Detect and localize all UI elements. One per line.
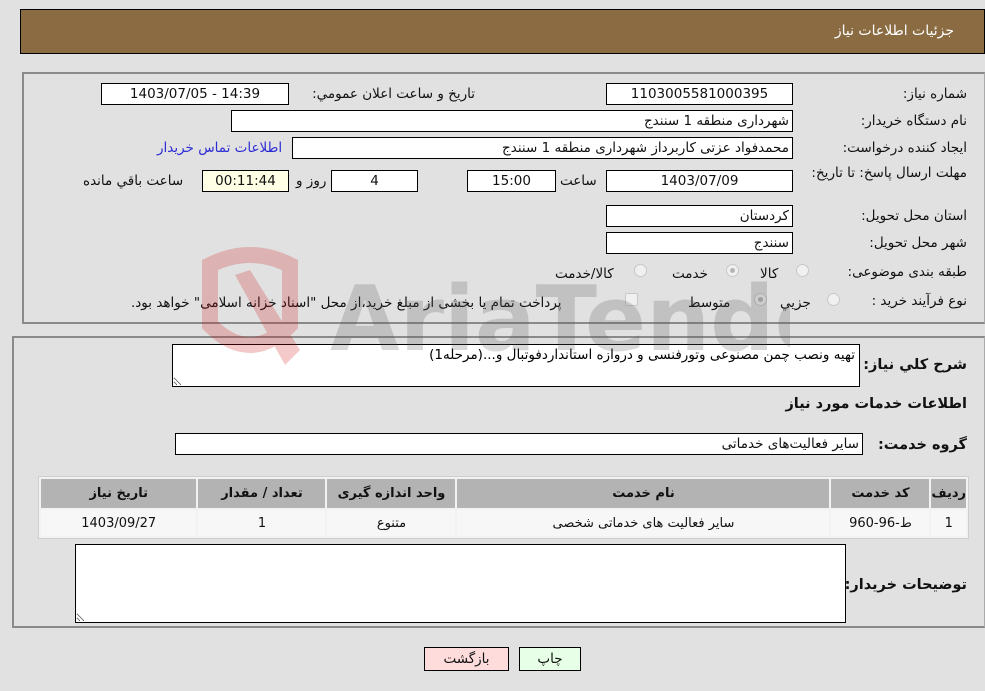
description-label: شرح كلي نياز: — [863, 357, 967, 373]
service-group-field[interactable]: سایر فعالیت‌های خدماتی — [175, 433, 863, 455]
cell-service-name: سایر فعالیت های خدماتی شخصی — [457, 510, 830, 536]
announce-datetime-field[interactable]: 1403/07/05 - 14:39 — [101, 83, 289, 105]
remaining-time-label: ساعت باقي مانده — [83, 173, 184, 189]
city-field[interactable]: سنندج — [606, 232, 793, 254]
treasury-checkbox-label: پرداخت تمام یا بخشی از مبلغ خرید،از محل … — [131, 295, 562, 311]
announce-label: تاریخ و ساعت اعلان عمومي: — [312, 86, 475, 102]
print-button[interactable]: چاپ — [519, 647, 581, 671]
buyer-org-label: نام دستگاه خريدار: — [860, 113, 967, 129]
col-header-need-date: تاریخ نیاز — [41, 479, 197, 508]
category-radio-goods-service[interactable] — [634, 264, 647, 277]
page-header: جزئیات اطلاعات نیاز — [20, 9, 985, 54]
category-radio-goods[interactable] — [796, 264, 809, 277]
buyer-org-field[interactable]: شهرداری منطقه 1 سنندج — [231, 110, 793, 132]
category-option-goods: کالا — [760, 266, 779, 282]
page-title: جزئیات اطلاعات نیاز — [834, 23, 954, 39]
creator-label: ایجاد کننده درخواست: — [842, 140, 967, 156]
cell-unit: متنوع — [327, 510, 456, 536]
process-radio-medium[interactable] — [754, 293, 767, 306]
service-group-label: گروه خدمت: — [877, 437, 967, 453]
province-field[interactable]: کردستان — [606, 205, 793, 227]
buyer-notes-textarea[interactable] — [75, 544, 846, 623]
back-button[interactable]: بازگشت — [424, 647, 509, 671]
process-option-minor: جزيي — [780, 295, 811, 311]
need-number-field[interactable]: 1103005581000395 — [606, 83, 793, 105]
col-header-service-name: نام خدمت — [457, 479, 830, 508]
cell-row-number: 1 — [931, 510, 966, 536]
category-radio-service[interactable] — [726, 264, 739, 277]
table-header-row: ردیف کد خدمت نام خدمت واحد اندازه گیری ت… — [41, 479, 966, 508]
description-textarea[interactable] — [172, 344, 860, 387]
category-option-service: خدمت — [672, 266, 708, 282]
treasury-checkbox[interactable] — [625, 293, 638, 306]
deadline-label: مهلت ارسال پاسخ: تا تاریخ: — [811, 165, 967, 181]
category-label: طبقه بندی موضوعی: — [847, 264, 967, 280]
buyer-contact-link[interactable]: اطلاعات تماس خریدار — [157, 140, 282, 156]
process-option-medium: متوسط — [688, 295, 731, 311]
city-label: شهر محل تحویل: — [869, 235, 967, 251]
col-header-service-code: کد خدمت — [831, 479, 930, 508]
category-option-goods-service: کالا/خدمت — [555, 266, 614, 282]
process-radio-minor[interactable] — [827, 293, 840, 306]
col-header-row-number: ردیف — [931, 479, 966, 508]
col-header-quantity: تعداد / مقدار — [198, 479, 326, 508]
deadline-time-label: ساعت — [560, 173, 597, 189]
cell-service-code: ط-96-960 — [831, 510, 930, 536]
creator-field[interactable]: محمدفواد عزتی کاربرداز شهرداری منطقه 1 س… — [292, 137, 793, 159]
days-remaining-field[interactable]: 4 — [331, 170, 418, 192]
table-row: 1 ط-96-960 سایر فعالیت های خدماتی شخصی م… — [41, 510, 966, 536]
cell-need-date: 1403/09/27 — [41, 510, 197, 536]
col-header-unit: واحد اندازه گیری — [327, 479, 456, 508]
cell-quantity: 1 — [198, 510, 326, 536]
deadline-time-field[interactable]: 15:00 — [467, 170, 556, 192]
buyer-notes-label: توضیحات خریدار: — [844, 577, 967, 593]
province-label: استان محل تحویل: — [861, 208, 967, 224]
deadline-date-field[interactable]: 1403/07/09 — [606, 170, 793, 192]
services-heading: اطلاعات خدمات مورد نیاز — [785, 396, 967, 412]
remaining-time-field[interactable]: 00:11:44 — [202, 170, 289, 192]
days-label: روز و — [296, 173, 327, 189]
need-number-label: شماره نیاز: — [902, 86, 967, 102]
services-table: ردیف کد خدمت نام خدمت واحد اندازه گیری ت… — [38, 476, 969, 539]
process-label: نوع فرآیند خرید : — [871, 293, 967, 309]
